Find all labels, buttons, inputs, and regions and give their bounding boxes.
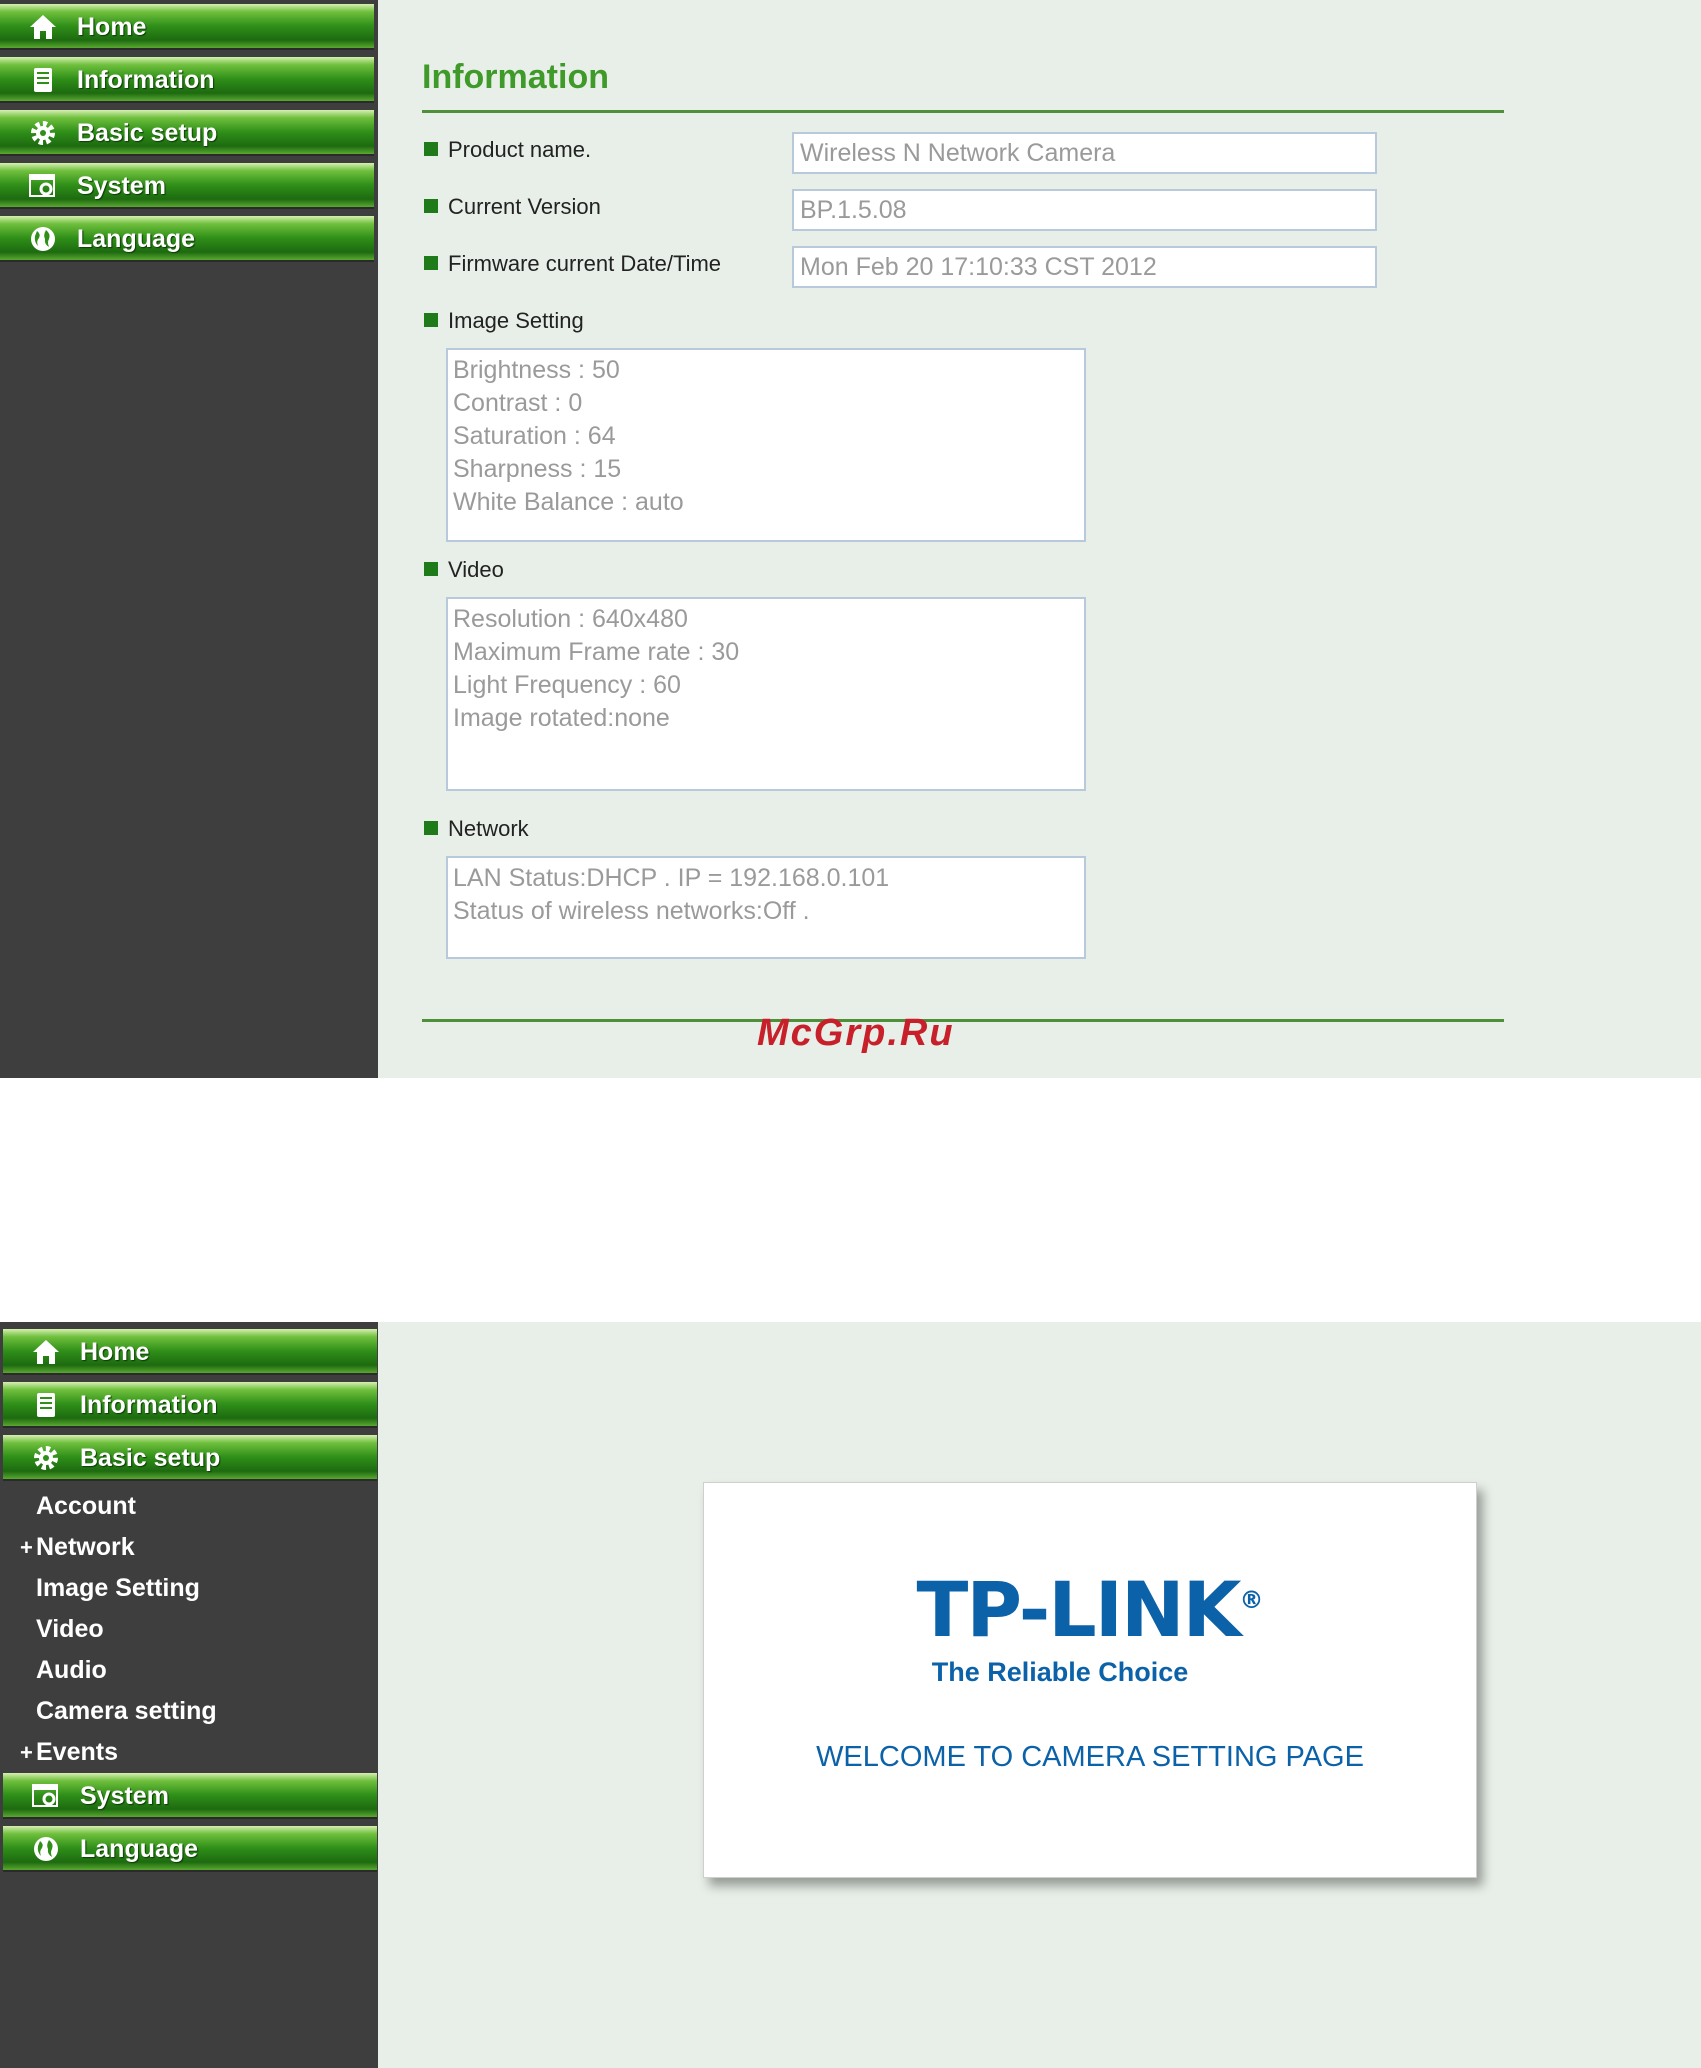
expand-plus-icon: +: [20, 1740, 33, 1765]
nav-basic-setup-label: Basic setup: [77, 119, 218, 147]
text-line: Saturation : 64: [453, 422, 616, 450]
home-icon: [33, 1340, 59, 1364]
nav-system[interactable]: System: [0, 163, 374, 209]
welcome-card: TP-LINK® The Reliable Choice WELCOME TO …: [703, 1482, 1477, 1878]
home-icon: [30, 15, 56, 39]
text-line: LAN Status:DHCP . IP = 192.168.0.101: [453, 864, 890, 892]
page-title: Information: [422, 58, 609, 96]
nav-system[interactable]: System: [3, 1773, 377, 1819]
watermark: McGrp.Ru: [757, 1012, 955, 1054]
gear-icon: [31, 121, 55, 145]
sidebar: Home Information Basic setup System Lang…: [0, 0, 378, 1078]
information-icon: [34, 68, 52, 92]
welcome-message: WELCOME TO CAMERA SETTING PAGE: [816, 1741, 1364, 1773]
product-name-label: Product name.: [424, 137, 591, 163]
sidebar: Home Information Basic setup Account + Ne…: [0, 1322, 378, 2068]
submenu-network[interactable]: + Network: [20, 1533, 135, 1562]
globe-icon: [31, 227, 55, 251]
information-screen: Home Information Basic setup System Lang…: [0, 0, 1701, 1078]
nav-basic-setup[interactable]: Basic setup: [3, 1435, 377, 1481]
title-divider: [422, 110, 1504, 113]
text-line: Status of wireless networks:Off .: [453, 897, 810, 925]
bullet-square-icon: [424, 821, 438, 835]
nav-language[interactable]: Language: [0, 216, 374, 262]
firmware-datetime-label: Firmware current Date/Time: [424, 251, 721, 277]
nav-language-label: Language: [77, 225, 196, 253]
nav-home[interactable]: Home: [0, 4, 374, 50]
bottom-divider: [422, 1019, 1504, 1022]
submenu-account[interactable]: Account: [36, 1492, 136, 1521]
nav-information-label: Information: [77, 66, 215, 94]
text-line: Brightness : 50: [453, 356, 620, 384]
nav-information[interactable]: Information: [3, 1382, 377, 1428]
video-label: Video: [424, 557, 504, 583]
nav-home-label: Home: [80, 1338, 150, 1366]
text-line: Maximum Frame rate : 30: [453, 638, 740, 666]
video-textarea[interactable]: Resolution : 640x480 Maximum Frame rate …: [446, 597, 1086, 791]
text-line: Resolution : 640x480: [453, 605, 688, 633]
nav-information-label: Information: [80, 1391, 218, 1419]
expand-plus-icon: +: [20, 1535, 33, 1560]
bullet-square-icon: [424, 142, 438, 156]
text-line: Light Frequency : 60: [453, 671, 681, 699]
bullet-square-icon: [424, 199, 438, 213]
nav-home[interactable]: Home: [3, 1329, 377, 1375]
gear-icon: [34, 1446, 58, 1470]
submenu-image-setting[interactable]: Image Setting: [36, 1574, 200, 1603]
submenu-audio[interactable]: Audio: [36, 1656, 107, 1685]
globe-icon: [34, 1837, 58, 1861]
submenu-events[interactable]: + Events: [20, 1738, 118, 1767]
nav-system-label: System: [80, 1782, 169, 1810]
bullet-square-icon: [424, 562, 438, 576]
nav-information[interactable]: Information: [0, 57, 374, 103]
text-line: Image rotated:none: [453, 704, 670, 732]
information-icon: [37, 1393, 55, 1417]
nav-language[interactable]: Language: [3, 1826, 377, 1872]
system-icon: [32, 1784, 58, 1807]
bullet-square-icon: [424, 256, 438, 270]
product-name-field[interactable]: Wireless N Network Camera: [792, 132, 1377, 174]
text-line: Sharpness : 15: [453, 455, 622, 483]
network-textarea[interactable]: LAN Status:DHCP . IP = 192.168.0.101 Sta…: [446, 856, 1086, 959]
tp-link-logo: TP-LINK®: [916, 1565, 1264, 1654]
network-label: Network: [424, 816, 529, 842]
image-setting-label: Image Setting: [424, 308, 584, 334]
current-version-label: Current Version: [424, 194, 601, 220]
firmware-datetime-field[interactable]: Mon Feb 20 17:10:33 CST 2012: [792, 246, 1377, 288]
brand-tagline: The Reliable Choice: [931, 1657, 1189, 1687]
current-version-field[interactable]: BP.1.5.08: [792, 189, 1377, 231]
nav-home-label: Home: [77, 13, 147, 41]
text-line: White Balance : auto: [453, 488, 684, 516]
submenu-camera-setting[interactable]: Camera setting: [36, 1697, 217, 1726]
bullet-square-icon: [424, 313, 438, 327]
image-setting-textarea[interactable]: Brightness : 50 Contrast : 0 Saturation …: [446, 348, 1086, 542]
nav-system-label: System: [77, 172, 166, 200]
welcome-screen: Home Information Basic setup Account + Ne…: [0, 1322, 1701, 2068]
text-line: Contrast : 0: [453, 389, 583, 417]
submenu-video[interactable]: Video: [36, 1615, 104, 1644]
nav-language-label: Language: [80, 1835, 199, 1863]
nav-basic-setup[interactable]: Basic setup: [0, 110, 374, 156]
nav-basic-setup-label: Basic setup: [80, 1444, 221, 1472]
system-icon: [29, 174, 55, 197]
